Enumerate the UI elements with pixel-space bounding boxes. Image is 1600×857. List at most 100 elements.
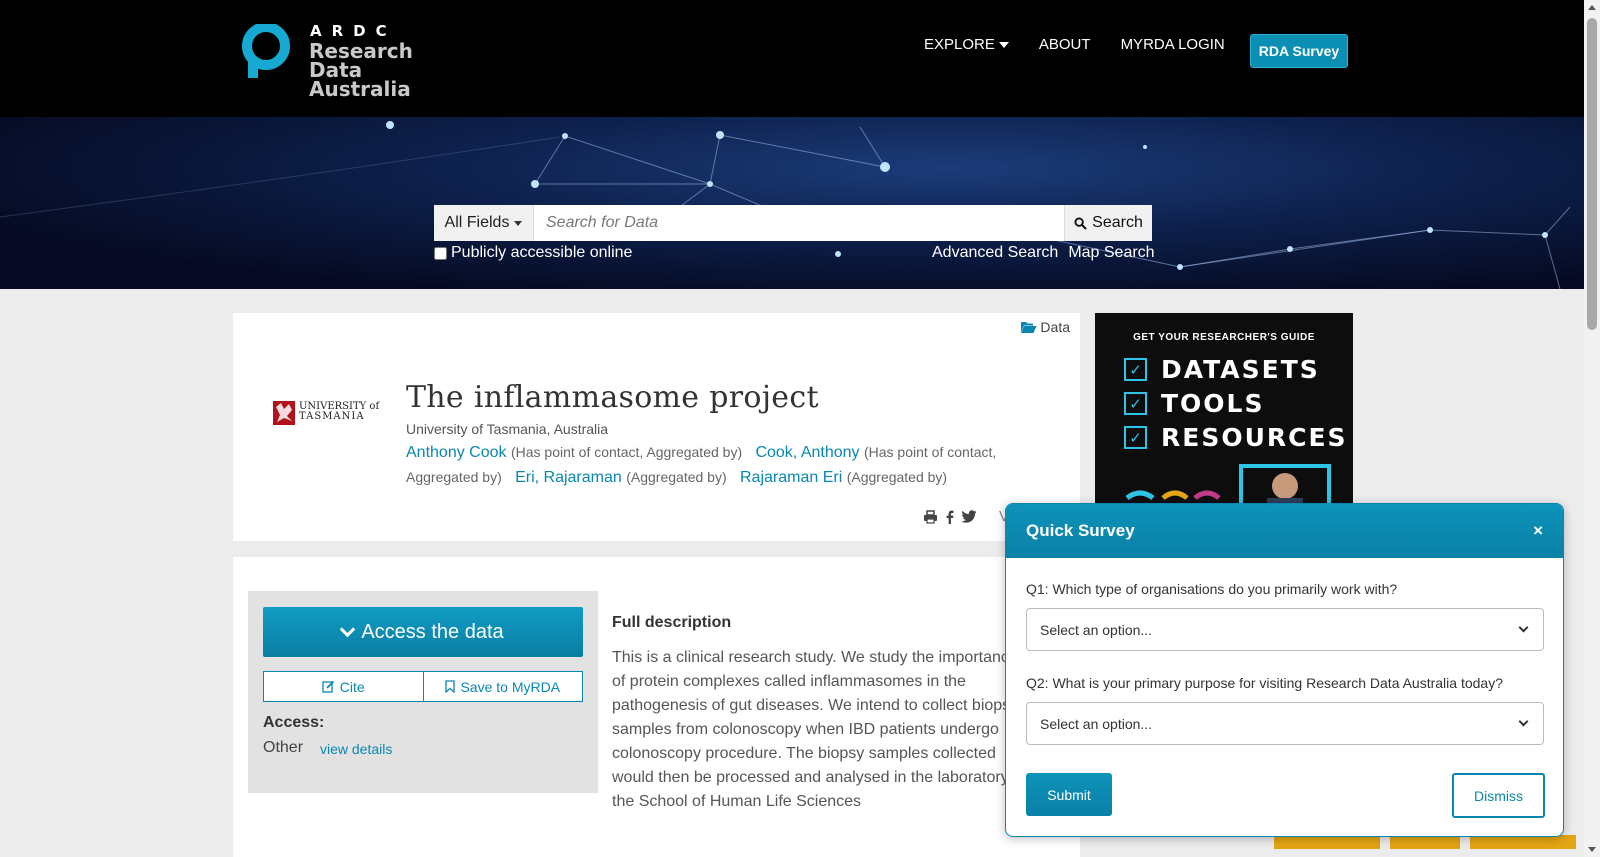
share-toolbar: Vi	[923, 508, 1012, 525]
caret-down-icon	[998, 41, 1009, 48]
researchers-guide-ad[interactable]: GET YOUR RESEARCHER'S GUIDE ✓ DATASETS ✓…	[1095, 313, 1353, 513]
checkbox-icon: ✓	[1124, 358, 1147, 381]
logo-line2: Australia	[309, 77, 411, 101]
q1-select[interactable]: Select an option...	[1026, 608, 1544, 651]
checkbox-icon: ✓	[1124, 426, 1147, 449]
dismiss-button[interactable]: Dismiss	[1452, 773, 1545, 818]
access-value: Other	[263, 739, 304, 756]
cite-save-row: Cite Save to MyRDA	[263, 671, 583, 702]
folder-open-icon	[1021, 322, 1037, 333]
contact-link[interactable]: Eri, Rajaraman	[515, 469, 622, 486]
ad-item-label: DATASETS	[1161, 355, 1320, 384]
rda-survey-button[interactable]: RDA Survey	[1250, 34, 1348, 68]
footer-yellow-tab[interactable]	[1470, 835, 1576, 849]
scroll-down-arrow-icon[interactable]	[1588, 847, 1596, 852]
modal-title: Quick Survey	[1026, 521, 1135, 540]
ardc-logo-mark-icon	[242, 24, 290, 78]
contact-link[interactable]: Cook, Anthony	[755, 444, 859, 461]
cite-button[interactable]: Cite	[263, 671, 424, 702]
contact-link[interactable]: Rajaraman Eri	[740, 469, 842, 486]
search-input[interactable]	[534, 205, 1064, 241]
chevron-down-icon	[340, 621, 356, 637]
description-heading: Full description	[612, 614, 732, 631]
ad-kicker: GET YOUR RESEARCHER'S GUIDE	[1133, 332, 1315, 343]
logo-ardc-text: ARDC	[310, 22, 397, 40]
record-organisation: University of Tasmania, Australia	[406, 421, 609, 437]
scroll-up-arrow-icon[interactable]	[1588, 5, 1596, 10]
edit-icon	[322, 680, 334, 693]
ad-item-label: TOOLS	[1161, 389, 1265, 418]
nav-about-label: ABOUT	[1038, 36, 1091, 53]
twitter-icon[interactable]	[962, 510, 977, 523]
search-icon	[1074, 216, 1087, 230]
map-search-link[interactable]: Map Search	[1068, 244, 1154, 262]
record-type-badge: Data	[1020, 319, 1070, 335]
record-title: The inflammasome project	[406, 380, 819, 415]
modal-header: Quick Survey ×	[1006, 504, 1563, 558]
access-panel: Access the data Cite Save to MyRDA Acces…	[248, 591, 598, 793]
record-body-card: Access the data Cite Save to MyRDA Acces…	[233, 557, 1080, 857]
utas-wordmark: UNIVERSITY of TASMANIA	[299, 402, 379, 422]
cite-button-label: Cite	[339, 678, 365, 695]
close-icon[interactable]: ×	[1533, 521, 1543, 541]
contact-role: (Aggregated by)	[846, 469, 948, 485]
submit-button[interactable]: Submit	[1026, 773, 1112, 816]
search-button[interactable]: Search	[1064, 205, 1152, 241]
search-links: Advanced Search Map Search	[932, 244, 1155, 262]
q2-select-value: Select an option...	[1040, 715, 1153, 732]
search-button-label: Search	[1092, 214, 1143, 231]
advanced-search-link[interactable]: Advanced Search	[932, 244, 1058, 262]
q1-label: Q1: Which type of organisations do you p…	[1026, 581, 1398, 597]
record-type-label: Data	[1040, 319, 1070, 335]
nav-myrda-login[interactable]: MYRDA LOGIN	[1121, 36, 1225, 53]
footer-yellow-tab[interactable]	[1390, 835, 1460, 849]
search-bar: All Fields Search	[434, 205, 1152, 241]
public-access-checkbox[interactable]	[434, 246, 447, 260]
public-access-label: Publicly accessible online	[451, 244, 633, 261]
logo-rda-text: Research Data Australia	[309, 39, 466, 101]
chevron-down-icon	[1518, 716, 1529, 727]
hero-banner	[0, 117, 1584, 289]
utas-wordmark-line2: TASMANIA	[299, 411, 365, 422]
checkbox-icon: ✓	[1124, 392, 1147, 415]
contact-role: (Aggregated by)	[626, 469, 727, 485]
contact-link[interactable]: Anthony Cook	[406, 444, 507, 461]
q1-select-value: Select an option...	[1040, 621, 1153, 638]
nav-login-label: MYRDA LOGIN	[1120, 36, 1225, 53]
ad-item-resources: ✓ RESOURCES	[1124, 423, 1348, 452]
field-selector-dropdown[interactable]: All Fields	[434, 205, 534, 241]
logo-line1: Research Data	[309, 39, 413, 82]
q2-select[interactable]: Select an option...	[1026, 702, 1544, 745]
field-selector-label: All Fields	[444, 214, 510, 231]
ardc-rda-logo[interactable]: ARDC Research Data Australia	[236, 22, 466, 99]
print-icon[interactable]	[923, 509, 938, 524]
chevron-down-icon	[1518, 622, 1529, 633]
main-nav: EXPLORE ABOUT MYRDA LOGIN	[924, 36, 1225, 53]
description-text: This is a clinical research study. We st…	[612, 649, 1027, 810]
ad-item-tools: ✓ TOOLS	[1124, 389, 1265, 418]
save-button-label: Save to MyRDA	[460, 678, 561, 695]
ad-item-label: RESOURCES	[1161, 423, 1348, 452]
record-contacts: Anthony Cook (Has point of contact, Aggr…	[406, 440, 1026, 490]
facebook-icon[interactable]	[946, 510, 954, 524]
q2-label: Q2: What is your primary purpose for vis…	[1026, 675, 1503, 691]
quick-survey-modal: Quick Survey × Q1: Which type of organis…	[1005, 503, 1564, 837]
access-the-data-button[interactable]: Access the data	[263, 607, 583, 657]
access-label: Access:	[263, 714, 325, 731]
nav-explore[interactable]: EXPLORE	[924, 36, 1009, 53]
public-access-filter[interactable]: Publicly accessible online	[434, 244, 632, 262]
access-button-label: Access the data	[361, 620, 504, 643]
nav-about[interactable]: ABOUT	[1039, 36, 1091, 53]
ad-item-datasets: ✓ DATASETS	[1124, 355, 1320, 384]
page-scrollbar[interactable]	[1584, 0, 1600, 857]
record-header-card: Data UNIVERSITY of TASMANIA The inflamma…	[233, 313, 1080, 541]
network-background-image	[0, 121, 1571, 289]
contact-role: (Has point of contact, Aggregated by)	[510, 444, 743, 460]
view-details-link[interactable]: view details	[320, 741, 392, 757]
scrollbar-thumb[interactable]	[1587, 18, 1597, 330]
bookmark-icon	[445, 680, 456, 693]
university-of-tasmania-logo: UNIVERSITY of TASMANIA	[271, 383, 389, 443]
nav-explore-label: EXPLORE	[924, 36, 995, 53]
save-to-myrda-button[interactable]: Save to MyRDA	[423, 671, 583, 702]
footer-yellow-tab[interactable]	[1274, 835, 1380, 849]
